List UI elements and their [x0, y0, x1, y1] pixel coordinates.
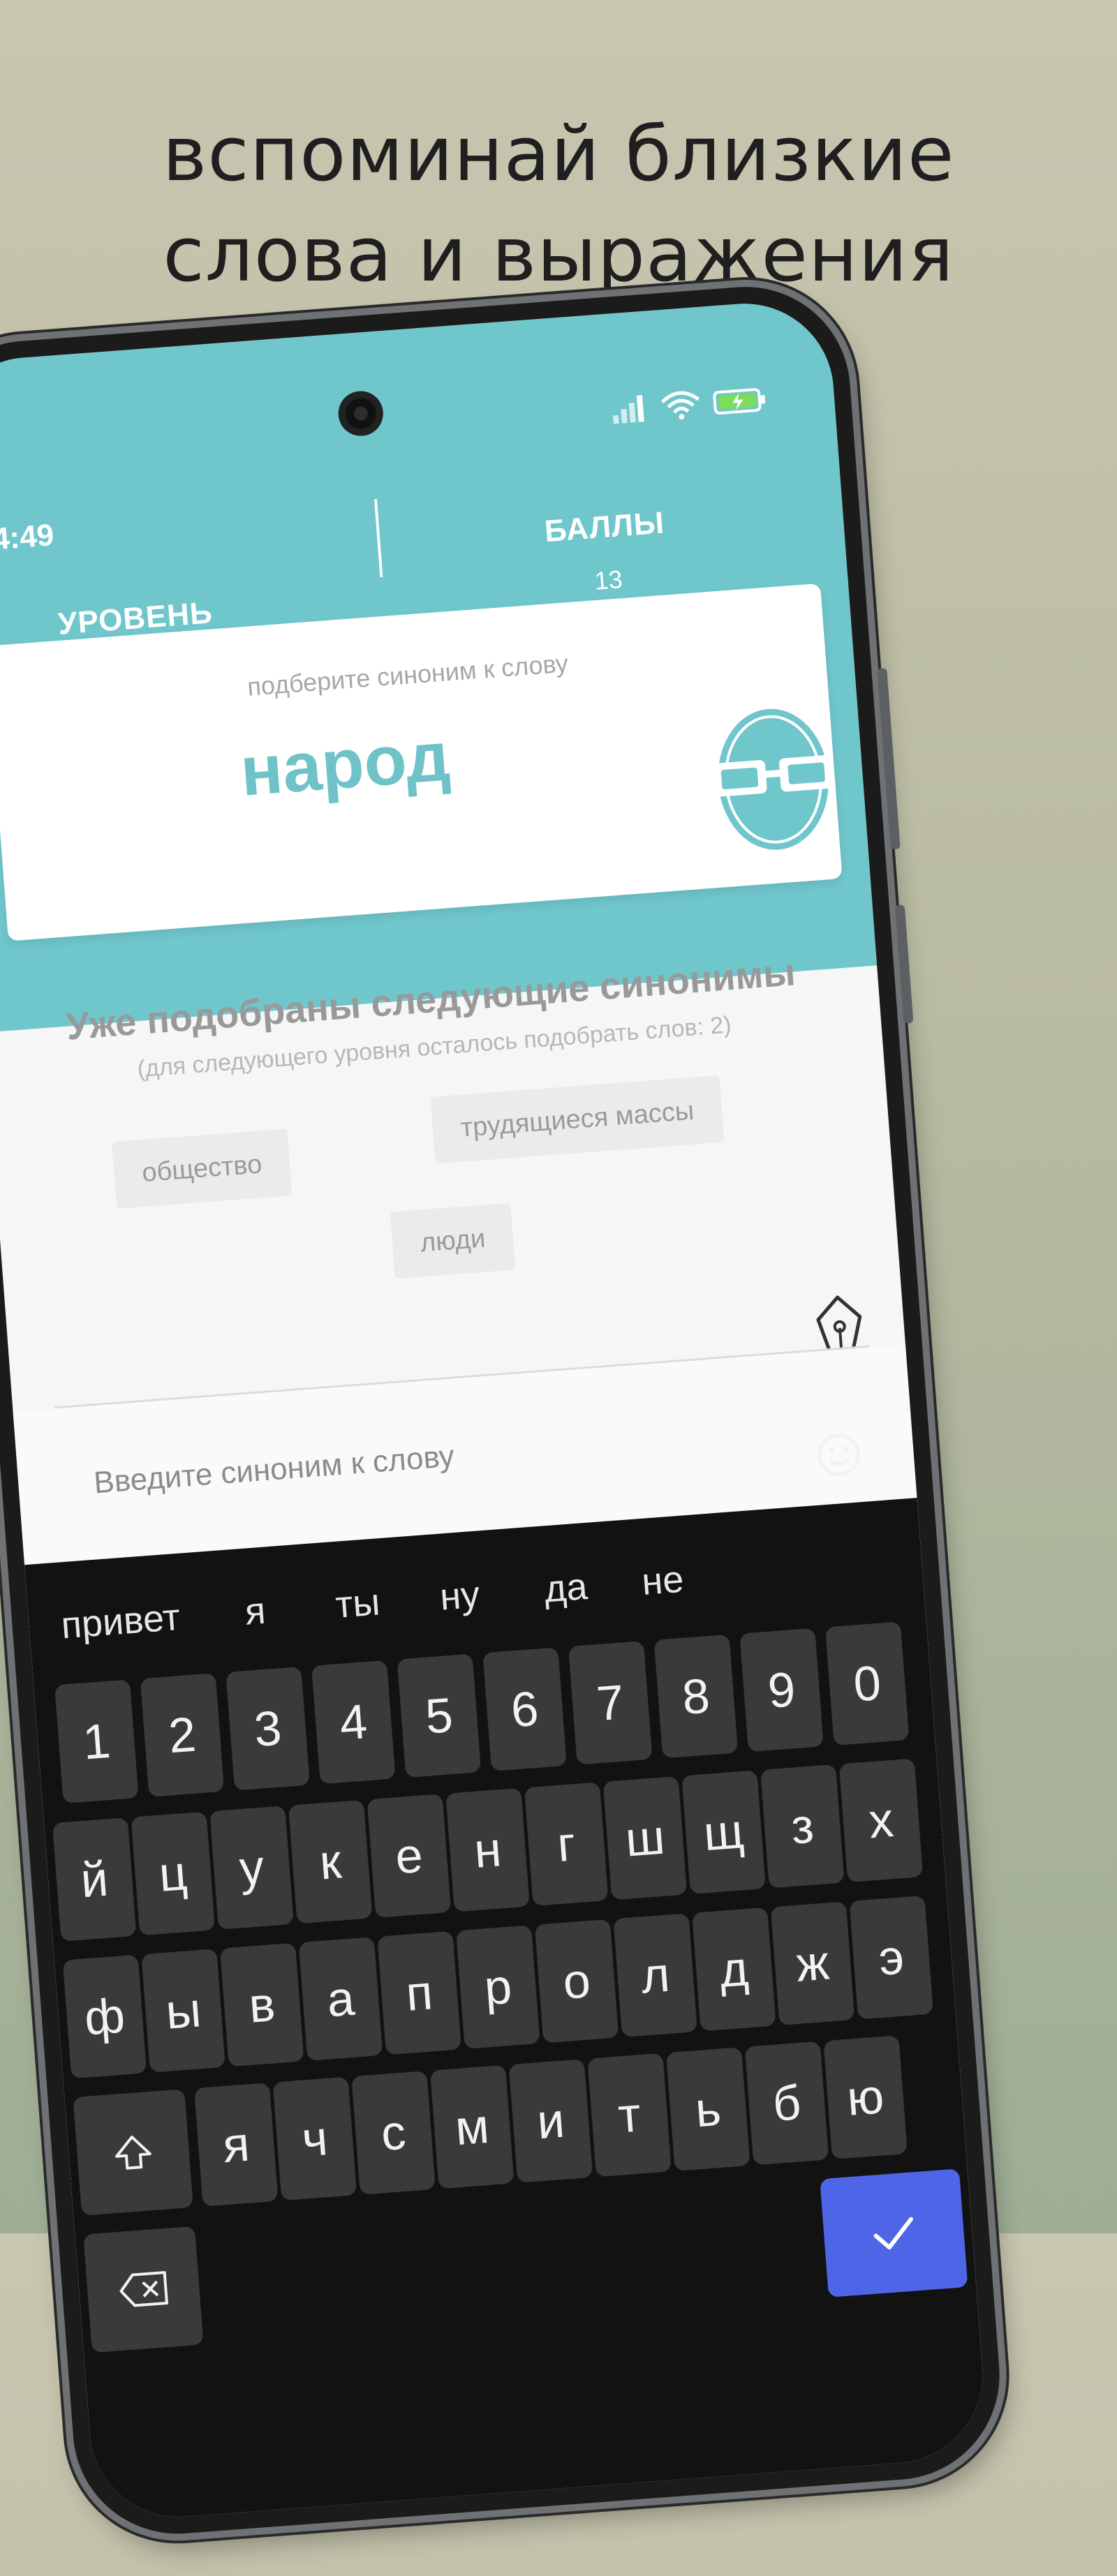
key[interactable]: ш	[602, 1775, 688, 1900]
key[interactable]: ь	[666, 2047, 750, 2171]
key[interactable]: г	[524, 1782, 609, 1907]
key[interactable]: щ	[681, 1770, 766, 1895]
phone-mockup: 14:49 УРОВЕНЬ 3 БАЛЛЫ	[0, 256, 1117, 2576]
key[interactable]: й	[52, 1817, 137, 1942]
word-prompt: подберите синоним к слову	[246, 648, 570, 701]
key[interactable]: л	[613, 1913, 697, 2037]
suggestion[interactable]: да	[542, 1565, 589, 1611]
emoji-icon[interactable]	[813, 1429, 865, 1481]
signal-icon	[612, 395, 644, 424]
key[interactable]: и	[508, 2059, 593, 2183]
key[interactable]: е	[367, 1794, 452, 1918]
suggestion[interactable]: я	[244, 1589, 267, 1634]
key[interactable]: з	[760, 1764, 845, 1889]
key[interactable]: а	[298, 1937, 383, 2061]
key[interactable]: 1	[54, 1679, 139, 1804]
key[interactable]: д	[692, 1907, 776, 2032]
key[interactable]: м	[430, 2064, 515, 2189]
key[interactable]: к	[288, 1799, 373, 1924]
suggestion[interactable]: не	[640, 1558, 685, 1604]
shift-icon	[114, 2136, 151, 2170]
key[interactable]: 6	[482, 1647, 567, 1771]
key[interactable]: ф	[62, 1954, 147, 2079]
target-word: народ	[237, 717, 453, 811]
suggestion[interactable]: ну	[438, 1573, 481, 1619]
key[interactable]: 7	[568, 1641, 653, 1765]
suggestion[interactable]: ты	[334, 1580, 381, 1627]
key[interactable]: ц	[131, 1811, 216, 1936]
suggestion[interactable]: привет	[59, 1595, 182, 1648]
key[interactable]: с	[351, 2071, 436, 2195]
status-time: 14:49	[0, 518, 55, 558]
on-screen-keyboard: привет я ты ну да не 1 2 3 4 5 6 7 8 9 0…	[24, 1498, 989, 2524]
backspace-key[interactable]	[83, 2226, 204, 2353]
key[interactable]: 0	[824, 1621, 910, 1746]
key[interactable]: 9	[739, 1628, 824, 1752]
key[interactable]: т	[587, 2053, 672, 2177]
synonym-chip: люди	[390, 1203, 516, 1279]
synonym-chip: общество	[111, 1129, 293, 1209]
key[interactable]: в	[220, 1942, 304, 2067]
word-card: подберите синоним к слову народ	[0, 583, 843, 941]
key[interactable]: п	[377, 1930, 461, 2055]
key[interactable]: 3	[225, 1666, 310, 1791]
power-button	[894, 904, 914, 1024]
key[interactable]: 5	[397, 1653, 482, 1778]
key[interactable]: э	[849, 1895, 933, 2020]
key[interactable]: ы	[141, 1949, 225, 2073]
egg-with-glasses-icon	[712, 708, 834, 850]
synonym-chip: трудящиеся массы	[430, 1075, 725, 1164]
key[interactable]: 8	[653, 1634, 739, 1759]
key[interactable]: ж	[770, 1901, 855, 2026]
key[interactable]: я	[193, 2083, 279, 2207]
key[interactable]: б	[744, 2041, 829, 2166]
key[interactable]: 2	[140, 1673, 225, 1797]
key[interactable]: н	[445, 1787, 530, 1912]
key[interactable]: р	[456, 1925, 540, 2049]
headline-line-1: вспоминай близкие	[162, 111, 955, 198]
key[interactable]: ю	[823, 2035, 908, 2159]
battery-charging-icon	[713, 388, 766, 415]
shift-key[interactable]	[73, 2089, 193, 2216]
key[interactable]: у	[209, 1806, 294, 1930]
key[interactable]: о	[534, 1919, 619, 2043]
key[interactable]: х	[838, 1758, 924, 1883]
app-screen: 14:49 УРОВЕНЬ 3 БАЛЛЫ	[0, 297, 989, 2524]
wifi-icon	[660, 391, 700, 420]
backspace-icon	[119, 2271, 168, 2307]
key[interactable]: 4	[311, 1660, 396, 1785]
key[interactable]: ч	[272, 2076, 357, 2201]
